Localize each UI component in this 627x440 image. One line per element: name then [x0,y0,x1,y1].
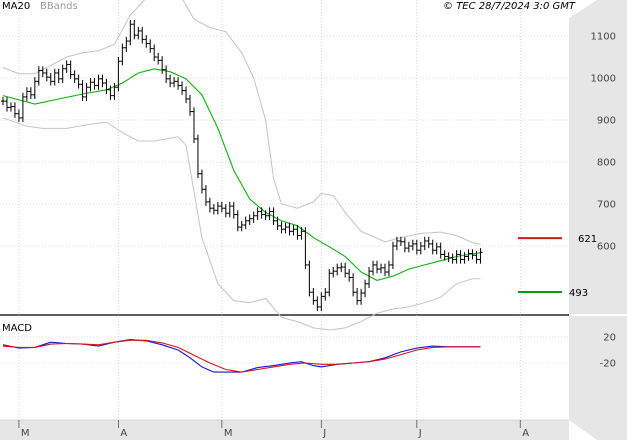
stock-chart: 621 493 1100 1000 900 800 700 600 20 -20 M A M J J A M… [0,0,627,440]
month-tick-label: A [120,428,127,439]
source-timestamp: © TEC 28/7/2024 3:0 GMT [443,1,576,12]
month-tick-label: A [522,428,529,439]
month-tick-label: M [21,428,30,439]
macd-tick-label: 20 [603,333,616,344]
price-tick-label: 1000 [591,74,616,85]
price-tick-label: 600 [597,242,616,253]
price-tick-label: 900 [597,116,616,127]
price-tick-label: 800 [597,158,616,169]
price-tick-label: 1100 [591,32,616,43]
month-tick-label: J [322,428,326,439]
macd-axis-band [569,316,627,420]
month-tick-label: M [224,428,233,439]
support-label: 493 [569,288,588,299]
date-axis-band [0,420,569,440]
resistance-label: 621 [578,234,597,245]
macd-panel-title: MACD [2,323,32,334]
chart-background [0,0,627,440]
ma20-legend-label: MA20 [2,1,30,12]
bbands-legend-label: BBands [40,1,78,12]
month-tick-label: J [418,428,422,439]
macd-tick-label: -20 [600,359,616,370]
price-tick-label: 700 [597,200,616,211]
